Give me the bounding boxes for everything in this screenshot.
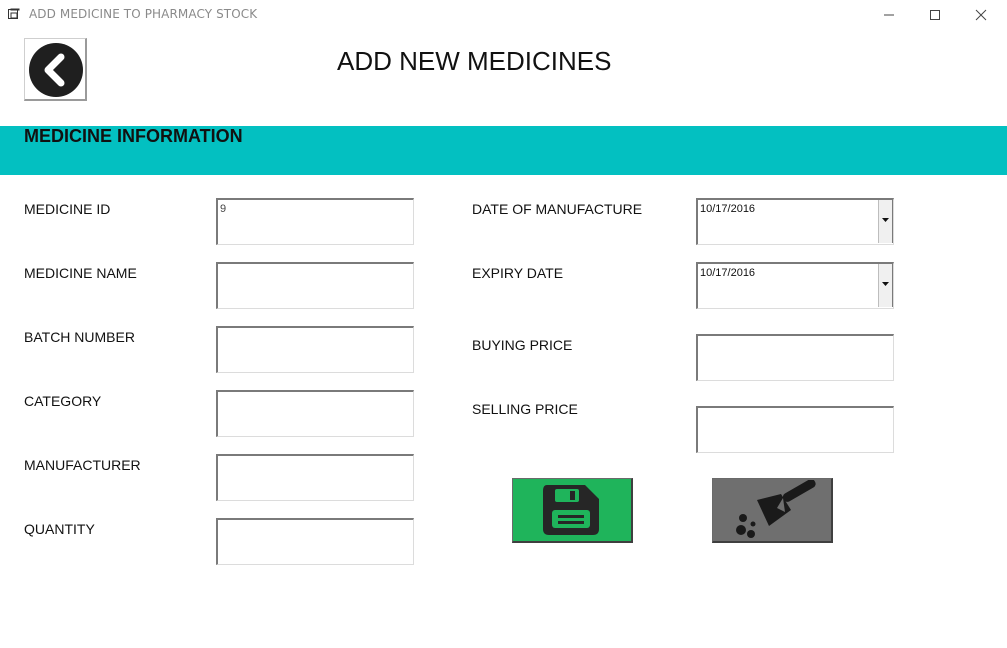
minimize-icon xyxy=(884,14,894,16)
buying-price-label: BUYING PRICE xyxy=(472,337,573,353)
category-input[interactable] xyxy=(216,390,414,437)
page-title: ADD NEW MEDICINES xyxy=(337,46,612,76)
manufacture-date-value: 10/17/2016 xyxy=(700,203,756,215)
batch-number-input[interactable] xyxy=(216,326,414,373)
chevron-down-icon xyxy=(882,218,889,222)
chevron-down-icon xyxy=(882,282,889,286)
expiry-date-dropdown-button[interactable] xyxy=(878,264,893,307)
close-icon xyxy=(975,9,987,21)
medicine-name-label: MEDICINE NAME xyxy=(24,265,137,281)
close-button[interactable] xyxy=(958,0,1004,30)
manufacturer-label: MANUFACTURER xyxy=(24,457,141,473)
expiry-date-picker[interactable]: 10/17/2016 xyxy=(696,262,894,309)
manufacturer-input[interactable] xyxy=(216,454,414,501)
save-button[interactable] xyxy=(512,478,633,543)
arrow-left-circle-icon xyxy=(29,43,83,97)
maximize-icon xyxy=(930,10,940,20)
manufacture-date-label: DATE OF MANUFACTURE xyxy=(472,201,643,217)
minimize-button[interactable] xyxy=(866,0,912,30)
expiry-date-label: EXPIRY DATE xyxy=(472,265,564,281)
app-icon xyxy=(8,8,20,19)
medicine-name-input[interactable] xyxy=(216,262,414,309)
broom-clear-icon xyxy=(736,480,816,538)
expiry-date-value: 10/17/2016 xyxy=(700,267,756,279)
save-floppy-icon xyxy=(543,485,599,535)
medicine-id-label: MEDICINE ID xyxy=(24,201,111,217)
manufacture-date-dropdown-button[interactable] xyxy=(878,200,893,243)
buying-price-input[interactable] xyxy=(696,334,894,381)
quantity-input[interactable] xyxy=(216,518,414,565)
maximize-button[interactable] xyxy=(912,0,958,30)
section-title: MEDICINE INFORMATION xyxy=(24,126,243,146)
batch-number-label: BATCH NUMBER xyxy=(24,329,135,345)
clear-button[interactable] xyxy=(712,478,833,543)
title-bar: ADD MEDICINE TO PHARMACY STOCK xyxy=(0,0,1007,30)
selling-price-label: SELLING PRICE xyxy=(472,401,578,417)
quantity-label: QUANTITY xyxy=(24,521,95,537)
back-button[interactable] xyxy=(24,38,87,101)
category-label: CATEGORY xyxy=(24,393,102,409)
selling-price-input[interactable] xyxy=(696,406,894,453)
window-title: ADD MEDICINE TO PHARMACY STOCK xyxy=(29,7,258,21)
manufacture-date-picker[interactable]: 10/17/2016 xyxy=(696,198,894,245)
medicine-id-input[interactable]: 9 xyxy=(216,198,414,245)
